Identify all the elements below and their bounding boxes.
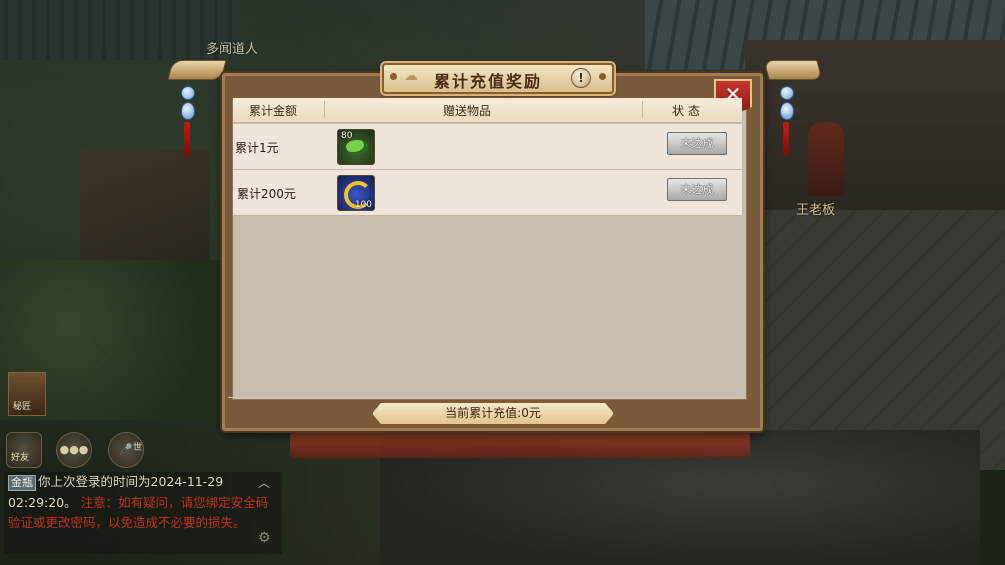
chat-bubble-icon[interactable]: ●●● bbox=[56, 432, 92, 468]
ornament-left bbox=[167, 60, 227, 80]
title-dot-right bbox=[599, 73, 606, 80]
chat-channel-tag: 金瓶 bbox=[8, 475, 36, 491]
gear-icon[interactable]: ⚙ bbox=[258, 530, 271, 546]
mission-label: 秘匠 bbox=[13, 402, 32, 412]
friend-button[interactable]: 好友 bbox=[6, 432, 42, 468]
column-gift-items: 赠送物品 bbox=[443, 104, 492, 118]
voice-channel-label: 世 bbox=[133, 443, 143, 453]
column-divider bbox=[324, 101, 325, 118]
microphone-icon[interactable]: 🎤 世 bbox=[108, 432, 144, 468]
column-status: 状态 bbox=[672, 104, 705, 118]
reward-item-slot[interactable]: 80 bbox=[337, 129, 375, 165]
reward-amount: 累计200元 bbox=[237, 187, 296, 201]
title-dot-left bbox=[390, 73, 397, 80]
ornament-right bbox=[763, 60, 823, 80]
npc-figure[interactable] bbox=[808, 122, 844, 196]
item-level: 80 bbox=[341, 131, 353, 141]
info-icon[interactable]: ! bbox=[571, 68, 591, 88]
npc-name-2[interactable]: 王老板 bbox=[796, 199, 835, 218]
pendant-left-icon bbox=[181, 86, 195, 156]
dialog-title-plate: ☁ 累计充值奖励 ! bbox=[382, 63, 614, 94]
current-total-recharge: 当前累计充值:0元 bbox=[372, 402, 614, 425]
reward-row: 累计200元 100 未达成 bbox=[233, 170, 742, 216]
npc-name-1[interactable]: 多闻道人 bbox=[206, 38, 258, 57]
pendant-right-icon bbox=[780, 86, 794, 156]
chat-log[interactable]: 金瓶 你上次登录的时间为2024-11-29 02:29:20。 注意：如有疑问，… bbox=[4, 472, 282, 554]
status-button[interactable]: 未达成 bbox=[667, 132, 727, 155]
dialog-title: 累计充值奖励 bbox=[434, 72, 543, 91]
jade-item-icon bbox=[346, 140, 368, 154]
reward-item-slot[interactable]: 100 bbox=[337, 175, 375, 211]
mission-button[interactable]: 秘匠 bbox=[8, 372, 46, 416]
friend-label: 好友 bbox=[11, 453, 30, 463]
reward-row: 累计1元 80 未达成 bbox=[233, 124, 742, 170]
chat-line-1: 你上次登录的时间为2024-11-29 bbox=[38, 474, 224, 489]
status-button[interactable]: 未达成 bbox=[667, 178, 727, 201]
item-count: 100 bbox=[354, 200, 372, 210]
column-amount: 累计金额 bbox=[249, 104, 298, 118]
column-divider bbox=[642, 101, 643, 118]
chevron-up-icon[interactable]: ︿ bbox=[258, 474, 270, 491]
mic-glyph-icon: 🎤 bbox=[119, 443, 133, 456]
reward-amount: 累计1元 bbox=[235, 141, 279, 155]
chat-line-2-time: 02:29:20。 bbox=[8, 494, 77, 510]
bottom-skill-bar bbox=[290, 428, 750, 458]
cloud-icon: ☁ bbox=[404, 68, 418, 84]
reward-table-header: 累计金额 赠送物品 状态 bbox=[233, 98, 742, 123]
roof-left bbox=[0, 0, 240, 60]
